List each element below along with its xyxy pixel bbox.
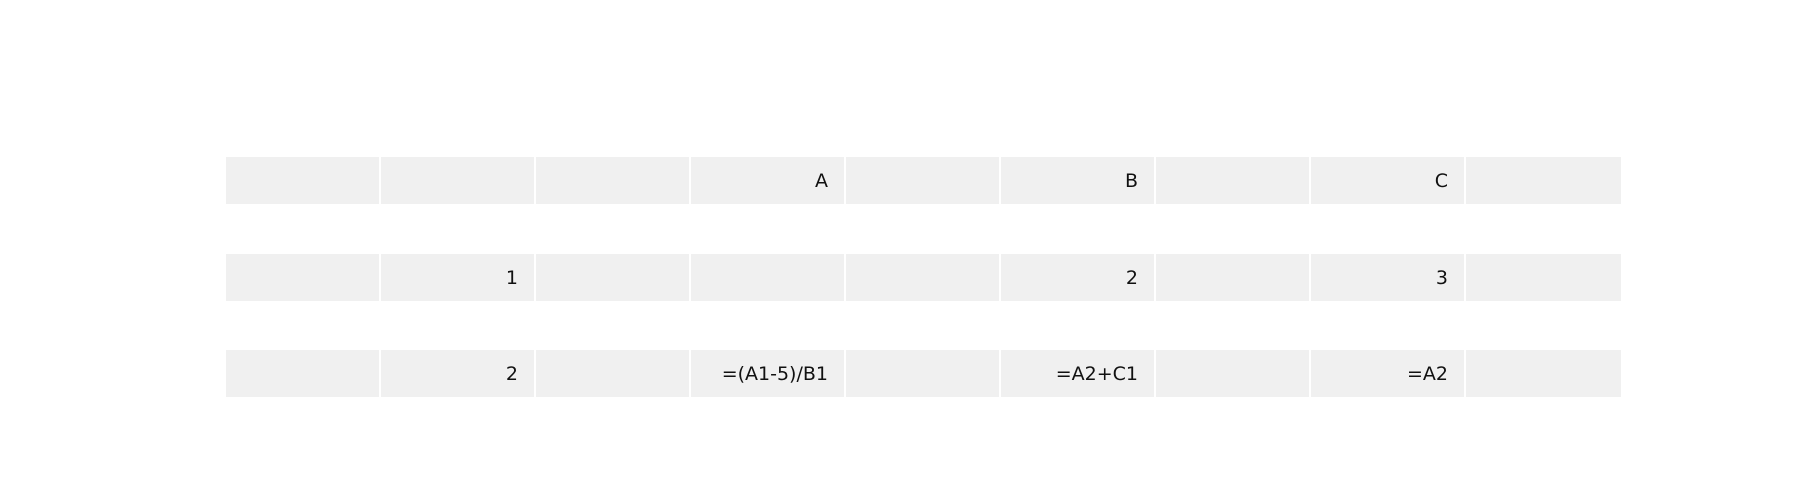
cell-a1[interactable] (691, 254, 846, 301)
cell-r1-c0[interactable] (226, 254, 381, 301)
column-header-a[interactable]: A (691, 157, 846, 204)
cell-c2[interactable]: =A2 (1311, 350, 1466, 397)
cell-r2-c6[interactable] (1156, 350, 1311, 397)
cell-r2-c4[interactable] (846, 350, 1001, 397)
cell-r2-c0[interactable] (226, 350, 381, 397)
cell-b1[interactable]: 2 (1001, 254, 1156, 301)
table-row-1: 1 2 3 (226, 254, 1621, 301)
cell-r1-c8[interactable] (1466, 254, 1621, 301)
column-header-c[interactable]: C (1311, 157, 1466, 204)
cell-r0-c1[interactable] (381, 157, 536, 204)
spreadsheet-table: A B C 1 2 3 2 =(A1-5)/B1 =A2+C1 =A2 (226, 0, 1621, 500)
cell-r1-c4[interactable] (846, 254, 1001, 301)
cell-r0-c8[interactable] (1466, 157, 1621, 204)
cell-b2[interactable]: =A2+C1 (1001, 350, 1156, 397)
table-row-header: A B C (226, 157, 1621, 204)
row-header-1[interactable]: 1 (381, 254, 536, 301)
cell-r0-c4[interactable] (846, 157, 1001, 204)
cell-r0-c0[interactable] (226, 157, 381, 204)
column-header-b[interactable]: B (1001, 157, 1156, 204)
row-header-2[interactable]: 2 (381, 350, 536, 397)
cell-c1[interactable]: 3 (1311, 254, 1466, 301)
cell-r0-c2[interactable] (536, 157, 691, 204)
table-row-2: 2 =(A1-5)/B1 =A2+C1 =A2 (226, 350, 1621, 397)
cell-r0-c6[interactable] (1156, 157, 1311, 204)
cell-r1-c6[interactable] (1156, 254, 1311, 301)
cell-r2-c8[interactable] (1466, 350, 1621, 397)
cell-r2-c2[interactable] (536, 350, 691, 397)
cell-a2[interactable]: =(A1-5)/B1 (691, 350, 846, 397)
cell-r1-c2[interactable] (536, 254, 691, 301)
